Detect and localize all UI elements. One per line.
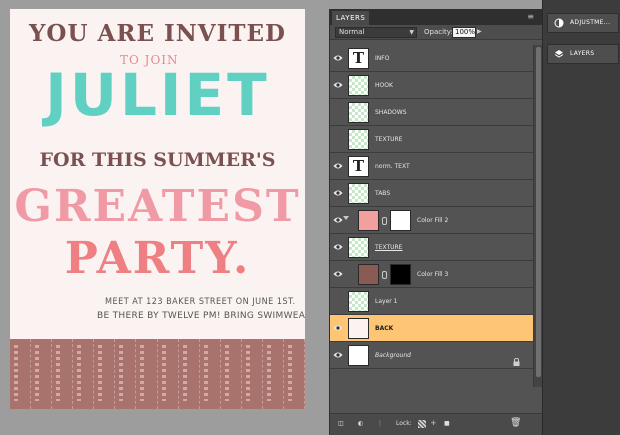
layer-row[interactable]: TEXTURE	[330, 234, 533, 261]
layer-row[interactable]: BACK	[330, 315, 533, 342]
layer-row[interactable]: Tnorm. TEXT	[330, 153, 533, 180]
layer-row[interactable]: SHADOWS	[330, 99, 533, 126]
panel-header: LAYERS ≡	[330, 9, 542, 25]
visibility-eye-icon[interactable]	[333, 351, 343, 359]
mask-link-icon[interactable]	[382, 271, 387, 279]
layer-row[interactable]: Layer 1	[330, 288, 533, 315]
layer-name: norm. TEXT	[375, 163, 410, 170]
layer-name: TEXTURE	[375, 136, 403, 143]
poster-line-party: PARTY.	[64, 233, 251, 284]
layer-name: HOOK	[375, 82, 393, 89]
layer-thumbnail[interactable]	[348, 102, 369, 123]
layer-thumbnail[interactable]	[348, 129, 369, 150]
lock-icon	[513, 351, 520, 366]
layer-list: T INFO HOOK SHADOWS TEXTURE Tnorm. TEXT TABS Co…	[330, 45, 533, 369]
layer-thumbnail[interactable]	[348, 75, 369, 96]
poster-info-line-2: BE THERE BY TWELVE PM! BRING SWIMWEAR.	[97, 311, 305, 321]
type-layer-thumbnail[interactable]: T	[348, 48, 369, 69]
visibility-eye-icon[interactable]	[333, 297, 343, 305]
layer-thumbnail[interactable]	[348, 318, 369, 339]
opacity-label: Opacity:	[424, 28, 453, 36]
visibility-eye-icon[interactable]	[333, 216, 343, 224]
clipping-arrow-icon	[343, 216, 349, 220]
visibility-eye-icon[interactable]	[333, 162, 343, 170]
layer-row[interactable]: Color Fill 2	[330, 207, 533, 234]
scrollbar-thumb[interactable]	[536, 47, 541, 377]
layer-name: INFO	[375, 55, 390, 62]
layer-row[interactable]: Color Fill 3	[330, 261, 533, 288]
visibility-eye-icon[interactable]	[333, 324, 343, 332]
visibility-eye-icon[interactable]	[333, 81, 343, 89]
layer-mask-thumbnail[interactable]	[390, 264, 411, 285]
document-canvas[interactable]: YOU ARE INVITED TO JOIN JULIET FOR THIS …	[0, 0, 329, 435]
poster-info-line-1: MEET AT 123 BAKER STREET ON JUNE 1ST.	[105, 297, 296, 307]
lock-transparency-icon[interactable]	[418, 420, 426, 428]
layer-name: Background	[375, 352, 411, 359]
adjustments-icon	[554, 18, 564, 28]
layers-panel: LAYERS ≡ Normal ▼ Opacity: 100% ▶ T INFO H…	[329, 9, 542, 435]
layer-name: Color Fill 2	[417, 217, 449, 224]
layer-name: BACK	[375, 325, 394, 332]
lock-position-icon[interactable]: ✛	[431, 420, 436, 427]
adjustment-layer-icon[interactable]: ◐	[358, 420, 363, 427]
layer-row[interactable]: T INFO	[330, 45, 533, 72]
poster-line-juliet: JULIET	[45, 61, 270, 129]
layer-name: SHADOWS	[375, 109, 407, 116]
layer-thumbnail[interactable]	[348, 291, 369, 312]
blend-controls: Normal ▼ Opacity: 100% ▶	[330, 25, 542, 40]
poster-line-invited: YOU ARE INVITED	[29, 20, 286, 47]
poster-tear-tabs	[10, 339, 305, 409]
poster-artboard[interactable]: YOU ARE INVITED TO JOIN JULIET FOR THIS …	[10, 9, 305, 409]
layer-style-icon[interactable]: ⋮	[377, 420, 383, 427]
fill-swatch-thumbnail[interactable]	[358, 210, 379, 231]
layers-icon	[554, 49, 564, 59]
layer-name: TEXTURE	[375, 244, 403, 251]
layer-row[interactable]: Background	[330, 342, 533, 369]
layer-row[interactable]: TABS	[330, 180, 533, 207]
layer-name: Layer 1	[375, 298, 398, 305]
layers-bottom-bar: ◫ ◐ ⋮ Lock: ✛ ■ 🗑	[330, 413, 542, 435]
layer-thumbnail[interactable]	[348, 237, 369, 258]
blend-mode-select[interactable]: Normal ▼	[335, 27, 417, 38]
layer-row[interactable]: TEXTURE	[330, 126, 533, 153]
link-layers-icon[interactable]: ◫	[338, 420, 344, 427]
layer-mask-thumbnail[interactable]	[390, 210, 411, 231]
opacity-input[interactable]: 100%	[452, 27, 476, 38]
visibility-eye-icon[interactable]	[333, 189, 343, 197]
dock-adjustments-label: ADJUSTME...	[570, 19, 611, 26]
poster-line-summers: FOR THIS SUMMER'S	[39, 149, 276, 171]
layer-row[interactable]: HOOK	[330, 72, 533, 99]
panel-dock: ADJUSTME... LAYERS	[542, 0, 620, 435]
visibility-eye-icon[interactable]	[333, 270, 343, 278]
lock-all-icon[interactable]: ■	[444, 420, 450, 427]
dock-layers-label: LAYERS	[570, 50, 595, 57]
lock-label: Lock:	[396, 420, 412, 427]
dock-layers-button[interactable]: LAYERS	[547, 44, 619, 64]
layer-name: Color Fill 3	[417, 271, 449, 278]
layer-thumbnail[interactable]	[348, 345, 369, 366]
poster-line-greatest: GREATEST	[14, 181, 301, 232]
delete-layer-icon[interactable]: 🗑	[510, 418, 521, 428]
blend-mode-value: Normal	[339, 28, 365, 36]
visibility-eye-icon[interactable]	[333, 243, 343, 251]
opacity-arrow-icon[interactable]: ▶	[477, 28, 482, 35]
visibility-eye-icon[interactable]	[333, 54, 343, 62]
layer-name: TABS	[375, 190, 391, 197]
dock-adjustments-button[interactable]: ADJUSTME...	[547, 13, 619, 33]
fill-swatch-thumbnail[interactable]	[358, 264, 379, 285]
visibility-eye-icon[interactable]	[333, 108, 343, 116]
type-layer-thumbnail[interactable]: T	[348, 156, 369, 177]
dropdown-arrow-icon: ▼	[409, 29, 414, 36]
layer-thumbnail[interactable]	[348, 183, 369, 204]
visibility-eye-icon[interactable]	[333, 135, 343, 143]
layers-tab[interactable]: LAYERS	[332, 11, 370, 25]
mask-link-icon[interactable]	[382, 217, 387, 225]
panel-menu-icon[interactable]: ≡	[527, 11, 534, 23]
layer-list-scrollbar[interactable]	[533, 45, 542, 387]
